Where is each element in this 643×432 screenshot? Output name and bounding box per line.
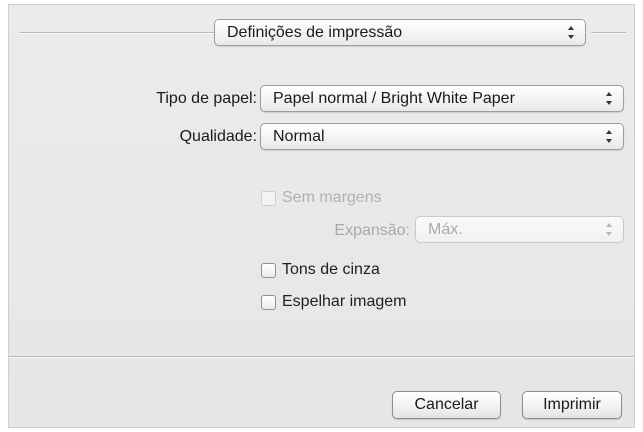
paper-type-label: Tipo de papel:	[156, 90, 257, 107]
quality-label: Qualidade:	[179, 128, 257, 145]
grayscale-option[interactable]: Tons de cinza	[261, 260, 380, 280]
cancel-button[interactable]: Cancelar	[392, 391, 501, 419]
quality-value: Normal	[273, 128, 325, 145]
borderless-option: Sem margens	[261, 188, 382, 208]
quality-popup[interactable]: Normal	[260, 123, 624, 150]
up-down-arrows-icon	[567, 20, 575, 45]
paper-type-popup[interactable]: Papel normal / Bright White Paper	[260, 85, 624, 112]
borderless-label: Sem margens	[282, 189, 382, 206]
paper-type-value: Papel normal / Bright White Paper	[273, 90, 515, 107]
up-down-arrows-icon	[605, 217, 613, 242]
grayscale-checkbox[interactable]	[261, 262, 276, 278]
mirror-image-checkbox[interactable]	[261, 294, 276, 310]
print-settings-section-popup[interactable]: Definições de impressão	[214, 19, 586, 46]
up-down-arrows-icon	[605, 86, 613, 111]
expansion-popup: Máx.	[415, 216, 624, 243]
borderless-checkbox	[261, 190, 276, 206]
grayscale-label: Tons de cinza	[282, 261, 380, 278]
print-button[interactable]: Imprimir	[522, 391, 622, 419]
header-divider-left	[19, 32, 214, 34]
footer-divider	[9, 356, 634, 358]
mirror-image-option[interactable]: Espelhar imagem	[261, 292, 407, 312]
up-down-arrows-icon	[605, 124, 613, 149]
header-divider-right	[591, 32, 626, 34]
section-popup-label: Definições de impressão	[227, 24, 403, 41]
expansion-value: Máx.	[428, 221, 463, 238]
mirror-image-label: Espelhar imagem	[282, 293, 407, 310]
expansion-label: Expansão:	[334, 222, 410, 239]
print-settings-panel: Definições de impressão Tipo de papel: P…	[8, 4, 635, 428]
